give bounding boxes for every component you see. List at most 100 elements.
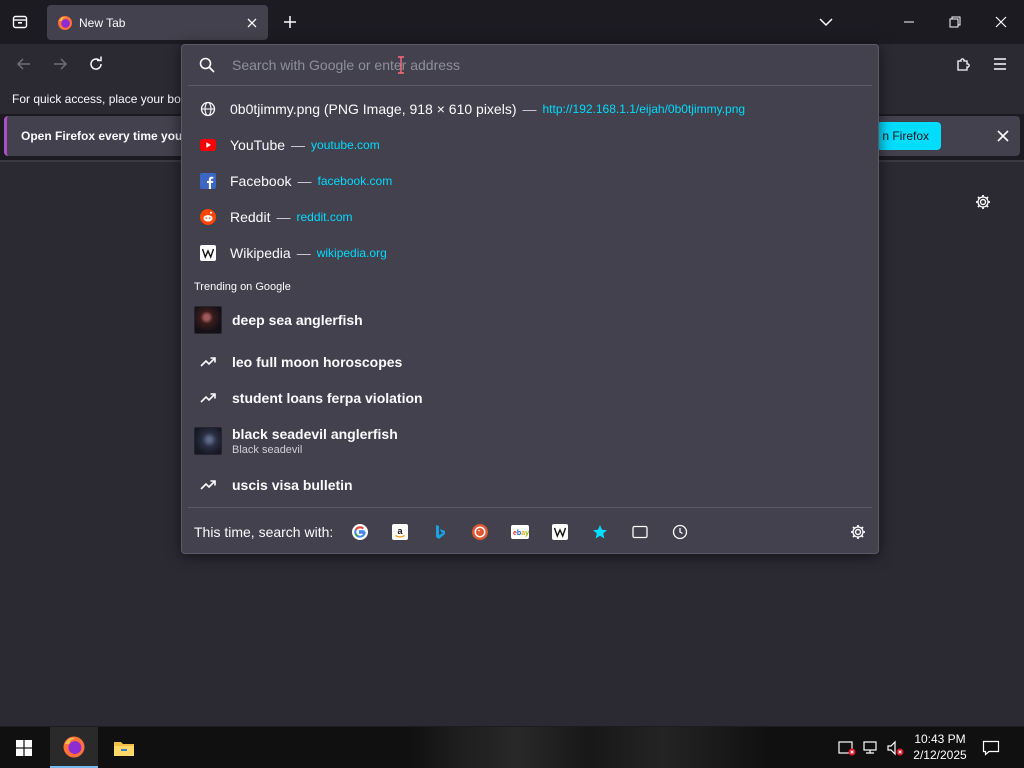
list-all-tabs-button[interactable] bbox=[812, 10, 840, 34]
trending-title: black seadevil anglerfish bbox=[232, 426, 398, 442]
open-firefox-button-label: n Firefox bbox=[882, 129, 929, 143]
windows-logo-icon bbox=[16, 739, 32, 756]
shield-alert-icon bbox=[838, 741, 856, 756]
wikipedia-icon bbox=[200, 245, 216, 261]
app-menu-button[interactable] bbox=[988, 52, 1012, 76]
bookmarks-search-button[interactable] bbox=[590, 522, 610, 542]
amazon-engine-button[interactable]: a bbox=[390, 522, 410, 542]
firefox-view-button[interactable] bbox=[6, 10, 34, 34]
tab-close-button[interactable] bbox=[242, 13, 262, 33]
open-firefox-button[interactable]: n Firefox bbox=[877, 122, 941, 150]
notification-close-button[interactable] bbox=[991, 124, 1015, 148]
tab-strip: New Tab bbox=[0, 0, 1024, 44]
search-engine-footer: This time, search with: a ebay bbox=[182, 511, 878, 553]
trending-row[interactable]: deep sea anglerfish bbox=[188, 304, 872, 336]
bing-icon bbox=[436, 525, 445, 539]
google-engine-button[interactable] bbox=[350, 522, 370, 542]
trending-icon bbox=[194, 353, 222, 371]
taskbar-clock[interactable]: 10:43 PM 2/12/2025 bbox=[904, 731, 976, 763]
arrow-left-icon bbox=[16, 58, 30, 70]
trending-row[interactable]: student loans ferpa violation bbox=[188, 386, 872, 410]
urlbar-input[interactable] bbox=[232, 55, 832, 75]
amazon-icon: a bbox=[392, 524, 408, 540]
trending-row[interactable]: uscis visa bulletin bbox=[188, 473, 872, 497]
trending-title: deep sea anglerfish bbox=[232, 312, 363, 328]
result-dash: — bbox=[297, 173, 312, 189]
windows-taskbar: 10:43 PM 2/12/2025 bbox=[0, 727, 1024, 768]
trending-subtitle: Black seadevil bbox=[232, 444, 303, 456]
back-button[interactable] bbox=[12, 52, 36, 76]
result-url: reddit.com bbox=[296, 210, 353, 224]
trending-title: uscis visa bulletin bbox=[232, 477, 353, 493]
result-row-facebook[interactable]: Facebook — facebook.com bbox=[188, 164, 872, 198]
close-window-button[interactable] bbox=[987, 10, 1015, 34]
result-title: Facebook bbox=[230, 173, 292, 189]
result-row-youtube[interactable]: YouTube — youtube.com bbox=[188, 128, 872, 162]
wikipedia-icon bbox=[552, 524, 568, 540]
history-search-button[interactable] bbox=[670, 522, 690, 542]
trending-row[interactable]: black seadevil anglerfish Black seadevil bbox=[188, 424, 872, 458]
seadevil-thumbnail bbox=[194, 427, 222, 455]
trending-row[interactable]: leo full moon horoscopes bbox=[188, 350, 872, 374]
clock-time: 10:43 PM bbox=[914, 732, 966, 746]
trending-title: student loans ferpa violation bbox=[232, 390, 423, 406]
minimize-icon bbox=[904, 21, 914, 23]
tab-new-tab[interactable]: New Tab bbox=[47, 5, 268, 40]
chevron-down-icon bbox=[819, 18, 833, 27]
result-dash: — bbox=[522, 101, 537, 117]
extensions-button[interactable] bbox=[952, 52, 976, 76]
restore-button[interactable] bbox=[941, 10, 969, 34]
close-icon bbox=[247, 18, 257, 27]
gear-icon bbox=[976, 195, 990, 209]
result-dash: — bbox=[296, 245, 311, 261]
browser-window: New Tab For quick access, place your boo… bbox=[0, 0, 1024, 768]
gear-icon bbox=[851, 525, 865, 539]
puzzle-piece-icon bbox=[957, 58, 970, 71]
wikipedia-engine-button[interactable] bbox=[550, 522, 570, 542]
close-icon bbox=[997, 130, 1009, 142]
forward-button[interactable] bbox=[48, 52, 72, 76]
anglerfish-thumbnail bbox=[194, 306, 222, 334]
minimize-button[interactable] bbox=[895, 10, 923, 34]
result-row-reddit[interactable]: Reddit — reddit.com bbox=[188, 200, 872, 234]
security-alert-tray-icon[interactable] bbox=[837, 738, 857, 758]
folder-icon bbox=[114, 741, 134, 756]
taskbar-background bbox=[410, 727, 770, 768]
globe-icon bbox=[200, 101, 216, 117]
result-url: wikipedia.org bbox=[316, 246, 387, 260]
volume-tray-icon[interactable] bbox=[885, 738, 905, 758]
firefox-taskbar-button[interactable] bbox=[50, 727, 98, 768]
action-center-button[interactable] bbox=[980, 737, 1002, 759]
result-row-image[interactable]: 0b0tjimmy.png (PNG Image, 918 × 610 pixe… bbox=[188, 92, 872, 126]
new-tab-settings-button[interactable] bbox=[971, 190, 995, 214]
reload-button[interactable] bbox=[84, 52, 108, 76]
search-settings-button[interactable] bbox=[848, 522, 868, 542]
footer-separator bbox=[188, 507, 872, 508]
start-button[interactable] bbox=[0, 727, 48, 768]
network-tray-icon[interactable] bbox=[861, 738, 881, 758]
result-title: Reddit bbox=[230, 209, 271, 225]
result-url: youtube.com bbox=[311, 138, 380, 152]
hamburger-menu-icon bbox=[994, 58, 1006, 70]
bing-engine-button[interactable] bbox=[430, 522, 450, 542]
search-icon bbox=[199, 57, 215, 73]
result-url: http://192.168.1.1/eijah/0b0tjimmy.png bbox=[542, 102, 746, 116]
tab-title: New Tab bbox=[79, 15, 126, 30]
firefox-logo-icon bbox=[58, 15, 72, 30]
ebay-engine-button[interactable]: ebay bbox=[510, 522, 530, 542]
history-icon bbox=[672, 524, 688, 540]
urlbar-separator bbox=[188, 85, 872, 86]
trending-icon bbox=[194, 476, 222, 494]
search-with-label: This time, search with: bbox=[194, 524, 334, 540]
tabs-search-button[interactable] bbox=[630, 522, 650, 542]
file-explorer-taskbar-button[interactable] bbox=[100, 727, 148, 768]
network-icon bbox=[863, 741, 877, 754]
result-row-wikipedia[interactable]: Wikipedia — wikipedia.org bbox=[188, 236, 872, 270]
ebay-icon: ebay bbox=[511, 525, 529, 539]
result-dash: — bbox=[276, 209, 291, 225]
urlbar-input-row bbox=[182, 45, 878, 85]
clock-date: 2/12/2025 bbox=[913, 748, 967, 762]
new-tab-button[interactable] bbox=[278, 10, 302, 34]
duckduckgo-engine-button[interactable] bbox=[470, 522, 490, 542]
urlbar-dropdown: 0b0tjimmy.png (PNG Image, 918 × 610 pixe… bbox=[181, 44, 879, 554]
